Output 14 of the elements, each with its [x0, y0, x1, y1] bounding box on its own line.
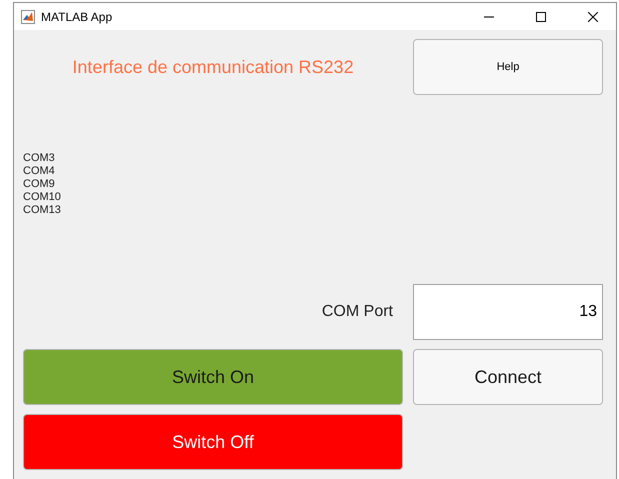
port-item: COM4 — [23, 165, 56, 178]
port-item: COM3 — [23, 152, 56, 165]
window-title: MATLAB App — [41, 10, 114, 24]
app-heading: Interface de communication RS232 — [71, 56, 355, 78]
help-button[interactable]: Help — [413, 39, 603, 95]
switch-button[interactable]: Switch On — [23, 349, 403, 405]
app-logo-icon — [21, 10, 35, 24]
com-port-label: COM Port — [320, 302, 394, 322]
switch-button[interactable]: Switch Off — [23, 414, 403, 470]
com-port-field[interactable]: 13 — [413, 284, 603, 340]
connect-button[interactable]: Connect — [413, 349, 603, 405]
port-item: COM13 — [23, 204, 62, 217]
port-item: COM10 — [23, 191, 62, 204]
port-item: COM9 — [23, 178, 56, 191]
